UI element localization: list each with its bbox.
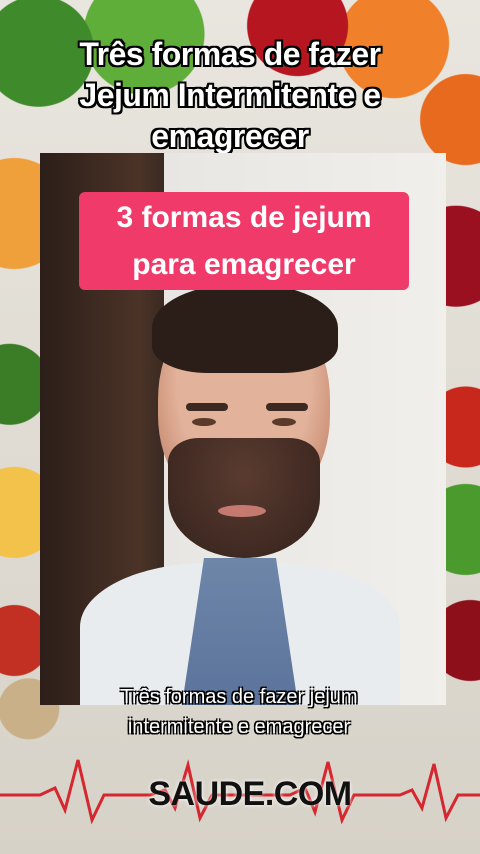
left-eye (192, 418, 216, 426)
subtitle-line-1: Três formas de fazer jejum (120, 686, 358, 708)
beard (168, 438, 320, 558)
right-eyebrow (266, 403, 308, 411)
mouth (218, 505, 266, 517)
video-caption-badge: 3 formas de jejum para emagrecer (79, 192, 409, 290)
post-title: Três formas de fazer Jejum Intermitente … (10, 34, 450, 157)
person-hair (152, 283, 338, 373)
subtitle-line-2: intermitente e emagrecer (127, 716, 351, 738)
title-line-1: Três formas de fazer (79, 36, 381, 72)
caption-line-2: para emagrecer (132, 248, 356, 281)
right-eye (272, 418, 296, 426)
caption-line-1: 3 formas de jejum (116, 201, 372, 234)
title-line-3: emagrecer (151, 118, 309, 154)
brand-logo-text: SAUDE.COM (148, 775, 352, 813)
left-eyebrow (186, 403, 228, 411)
video-subtitle: Três formas de fazer jejum intermitente … (58, 682, 420, 742)
title-line-2: Jejum Intermitente e (79, 77, 381, 113)
